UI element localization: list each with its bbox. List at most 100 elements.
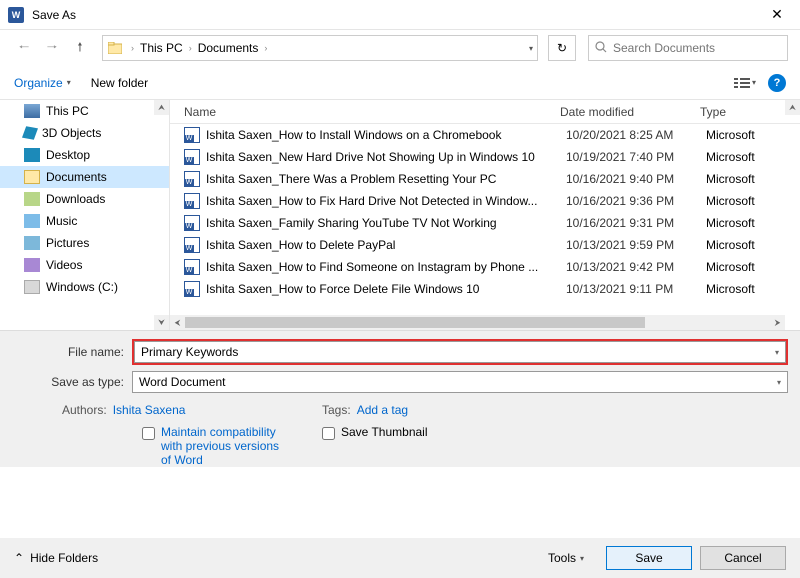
file-row[interactable]: Ishita Saxen_New Hard Drive Not Showing … (170, 146, 800, 168)
tags-value[interactable]: Add a tag (357, 403, 408, 417)
search-icon (595, 41, 607, 56)
column-name[interactable]: Name (170, 105, 560, 119)
tree-scroll-down[interactable]: ⮟ (154, 315, 169, 330)
chevron-right-icon: › (185, 43, 196, 53)
word-file-icon (184, 237, 200, 253)
filename-input[interactable]: Primary Keywords ▾ (134, 341, 786, 363)
forward-button[interactable]: 🠒 (40, 36, 64, 60)
tree-item-label: Downloads (46, 192, 105, 206)
file-type: Microsoft (706, 282, 800, 296)
word-file-icon (184, 215, 200, 231)
file-date: 10/16/2021 9:31 PM (566, 216, 706, 230)
file-row[interactable]: Ishita Saxen_How to Find Someone on Inst… (170, 256, 800, 278)
dl-icon (24, 192, 40, 206)
search-input[interactable] (613, 41, 781, 55)
tree-item-label: Windows (C:) (46, 280, 118, 294)
authors-value[interactable]: Ishita Saxena (113, 403, 186, 417)
tree-item-label: Desktop (46, 148, 90, 162)
file-name: Ishita Saxen_How to Install Windows on a… (206, 128, 566, 142)
list-scroll-up[interactable]: ⮝ (785, 100, 800, 115)
scroll-thumb[interactable] (185, 317, 645, 328)
pc-icon (24, 104, 40, 118)
new-folder-button[interactable]: New folder (91, 76, 148, 90)
view-options-button[interactable]: ▾ (732, 72, 758, 94)
file-name: Ishita Saxen_Family Sharing YouTube TV N… (206, 216, 566, 230)
tree-item-this-pc[interactable]: This PC (0, 100, 169, 122)
scroll-left-icon[interactable]: ⮜ (170, 315, 185, 330)
tree-item-3d-objects[interactable]: 3D Objects (0, 122, 169, 144)
hide-folders-button[interactable]: ⌃ Hide Folders (14, 551, 98, 565)
file-date: 10/13/2021 9:42 PM (566, 260, 706, 274)
file-date: 10/19/2021 7:40 PM (566, 150, 706, 164)
thumbnail-checkbox[interactable] (322, 427, 335, 440)
tree-item-downloads[interactable]: Downloads (0, 188, 169, 210)
tree-item-videos[interactable]: Videos (0, 254, 169, 276)
horizontal-scrollbar[interactable]: ⮜ ⮞ (170, 315, 785, 330)
window-title: Save As (32, 8, 762, 22)
tree-item-label: Documents (46, 170, 107, 184)
scroll-right-icon[interactable]: ⮞ (770, 315, 785, 330)
caret-down-icon[interactable]: ▾ (775, 348, 779, 357)
tree-item-desktop[interactable]: Desktop (0, 144, 169, 166)
file-row[interactable]: Ishita Saxen_How to Fix Hard Drive Not D… (170, 190, 800, 212)
tree-item-label: This PC (46, 104, 89, 118)
file-list: ⮝ Name Date modified Type Ishita Saxen_H… (170, 100, 800, 330)
savetype-label: Save as type: (12, 375, 132, 389)
back-button[interactable]: 🠐 (12, 36, 36, 60)
file-row[interactable]: Ishita Saxen_There Was a Problem Resetti… (170, 168, 800, 190)
file-row[interactable]: Ishita Saxen_Family Sharing YouTube TV N… (170, 212, 800, 234)
help-button[interactable]: ? (768, 74, 786, 92)
file-row[interactable]: Ishita Saxen_How to Install Windows on a… (170, 124, 800, 146)
word-file-icon (184, 193, 200, 209)
tools-dropdown[interactable]: Tools ▾ (548, 551, 584, 565)
file-row[interactable]: Ishita Saxen_How to Delete PayPal10/13/2… (170, 234, 800, 256)
search-box[interactable] (588, 35, 788, 61)
save-button[interactable]: Save (606, 546, 692, 570)
breadcrumb[interactable]: › This PC › Documents › ▾ (102, 35, 538, 61)
folder-icon (107, 40, 123, 56)
filename-label: File name: (12, 345, 132, 359)
column-date[interactable]: Date modified (560, 105, 700, 119)
tree-item-documents[interactable]: Documents (0, 166, 169, 188)
vid-icon (24, 258, 40, 272)
tree-item-pictures[interactable]: Pictures (0, 232, 169, 254)
caret-down-icon[interactable]: ▾ (777, 378, 781, 387)
file-name: Ishita Saxen_How to Delete PayPal (206, 238, 566, 252)
thumbnail-label[interactable]: Save Thumbnail (341, 425, 461, 439)
column-headers[interactable]: Name Date modified Type (170, 100, 800, 124)
word-file-icon (184, 127, 200, 143)
word-file-icon (184, 171, 200, 187)
organize-button[interactable]: Organize▾ (14, 76, 71, 90)
tree-scroll-up[interactable]: ⮝ (154, 100, 169, 115)
tree-item-label: 3D Objects (42, 126, 101, 140)
tree-item-windows-c-[interactable]: Windows (C:) (0, 276, 169, 298)
word-app-icon: W (8, 7, 24, 23)
file-name: Ishita Saxen_New Hard Drive Not Showing … (206, 150, 566, 164)
tree-item-label: Pictures (46, 236, 89, 250)
tree-item-music[interactable]: Music (0, 210, 169, 232)
up-button[interactable]: 🠕 (68, 36, 92, 60)
word-file-icon (184, 259, 200, 275)
file-name: Ishita Saxen_How to Find Someone on Inst… (206, 260, 566, 274)
file-row[interactable]: Ishita Saxen_How to Force Delete File Wi… (170, 278, 800, 300)
breadcrumb-dropdown-icon[interactable]: ▾ (529, 44, 533, 53)
refresh-button[interactable]: ↻ (548, 35, 576, 61)
compat-label[interactable]: Maintain compatibility with previous ver… (161, 425, 281, 467)
file-type: Microsoft (706, 260, 800, 274)
tree-item-label: Music (46, 214, 77, 228)
file-type: Microsoft (706, 150, 800, 164)
cancel-button[interactable]: Cancel (700, 546, 786, 570)
file-name: Ishita Saxen_How to Force Delete File Wi… (206, 282, 566, 296)
breadcrumb-root[interactable]: This PC (138, 41, 185, 55)
compat-checkbox[interactable] (142, 427, 155, 440)
word-file-icon (184, 281, 200, 297)
savetype-dropdown[interactable]: Word Document ▾ (132, 371, 788, 393)
pic-icon (24, 236, 40, 250)
file-name: Ishita Saxen_How to Fix Hard Drive Not D… (206, 194, 566, 208)
file-date: 10/13/2021 9:59 PM (566, 238, 706, 252)
chevron-right-icon: › (127, 43, 138, 53)
close-button[interactable]: ✕ (762, 6, 792, 23)
breadcrumb-folder[interactable]: Documents (196, 41, 261, 55)
drive-icon (24, 280, 40, 294)
docs-icon (24, 170, 40, 184)
